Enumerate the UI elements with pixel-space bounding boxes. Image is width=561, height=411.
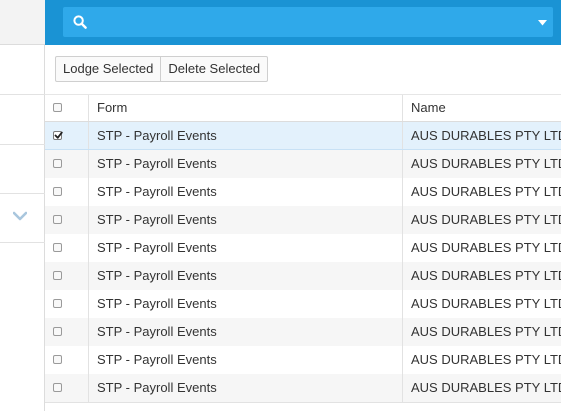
form-cell: STP - Payroll Events [88,346,402,374]
lodgement-grid: Form Name STP - Payroll Events AUS DURABL… [45,94,561,402]
row-checkbox[interactable] [53,159,62,168]
form-cell: STP - Payroll Events [88,150,402,178]
row-select-cell [45,234,88,262]
row-checkbox[interactable] [53,215,62,224]
row-checkbox[interactable] [53,187,62,196]
row-checkbox[interactable] [53,271,62,280]
row-checkbox[interactable] [53,383,62,392]
row-checkbox[interactable] [53,327,62,336]
name-cell: AUS DURABLES PTY LTD [402,206,561,234]
row-checkbox[interactable] [53,299,62,308]
column-header-name[interactable]: Name [402,95,561,121]
left-divider [0,242,45,243]
left-divider [0,144,45,145]
form-cell: STP - Payroll Events [88,290,402,318]
search-icon[interactable] [73,15,87,29]
row-select-cell [45,262,88,290]
left-divider [0,94,45,95]
table-row[interactable]: STP - Payroll Events AUS DURABLES PTY LTD [45,374,561,402]
form-cell: STP - Payroll Events [88,178,402,206]
table-row[interactable]: STP - Payroll Events AUS DURABLES PTY LTD [45,346,561,374]
name-cell: AUS DURABLES PTY LTD [402,150,561,178]
table-row[interactable]: STP - Payroll Events AUS DURABLES PTY LTD [45,178,561,206]
form-cell: STP - Payroll Events [88,122,402,149]
grid-body: STP - Payroll Events AUS DURABLES PTY LTD… [45,122,561,402]
form-cell: STP - Payroll Events [88,318,402,346]
left-panel-header [0,0,45,45]
caret-down-icon[interactable] [538,20,547,26]
name-cell: AUS DURABLES PTY LTD [402,374,561,402]
row-select-cell [45,178,88,206]
table-row[interactable]: STP - Payroll Events AUS DURABLES PTY LTD [45,206,561,234]
row-checkbox[interactable] [53,243,62,252]
search-input[interactable] [95,11,519,35]
name-cell: AUS DURABLES PTY LTD [402,122,561,149]
row-select-cell [45,290,88,318]
grid-header: Form Name [45,94,561,122]
table-row[interactable]: STP - Payroll Events AUS DURABLES PTY LTD [45,150,561,178]
form-cell: STP - Payroll Events [88,206,402,234]
form-cell: STP - Payroll Events [88,262,402,290]
row-select-cell [45,318,88,346]
table-row[interactable]: STP - Payroll Events AUS DURABLES PTY LTD [45,122,561,150]
row-select-cell [45,374,88,402]
action-button-group: Lodge Selected Delete Selected [55,56,269,82]
chevron-down-icon[interactable] [13,211,27,221]
name-cell: AUS DURABLES PTY LTD [402,290,561,318]
name-cell: AUS DURABLES PTY LTD [402,234,561,262]
checkmark-icon [54,131,63,139]
lodge-selected-button[interactable]: Lodge Selected [55,56,162,82]
row-checkbox[interactable] [53,355,62,364]
row-select-cell [45,346,88,374]
row-select-cell [45,122,88,149]
select-all-checkbox[interactable] [53,103,62,112]
select-all-cell [45,95,88,121]
table-row[interactable]: STP - Payroll Events AUS DURABLES PTY LTD [45,234,561,262]
row-checkbox[interactable] [53,131,63,140]
name-cell: AUS DURABLES PTY LTD [402,318,561,346]
form-cell: STP - Payroll Events [88,374,402,402]
column-header-form[interactable]: Form [88,95,402,121]
grid-bottom-divider [45,402,561,403]
table-row[interactable]: STP - Payroll Events AUS DURABLES PTY LTD [45,262,561,290]
search-box[interactable] [63,7,553,37]
row-select-cell [45,206,88,234]
table-row[interactable]: STP - Payroll Events AUS DURABLES PTY LTD [45,318,561,346]
form-cell: STP - Payroll Events [88,234,402,262]
left-panel [0,0,45,411]
delete-selected-button[interactable]: Delete Selected [161,56,269,82]
left-divider [0,193,45,194]
top-bar [45,0,561,45]
name-cell: AUS DURABLES PTY LTD [402,262,561,290]
name-cell: AUS DURABLES PTY LTD [402,178,561,206]
name-cell: AUS DURABLES PTY LTD [402,346,561,374]
table-row[interactable]: STP - Payroll Events AUS DURABLES PTY LTD [45,290,561,318]
row-select-cell [45,150,88,178]
